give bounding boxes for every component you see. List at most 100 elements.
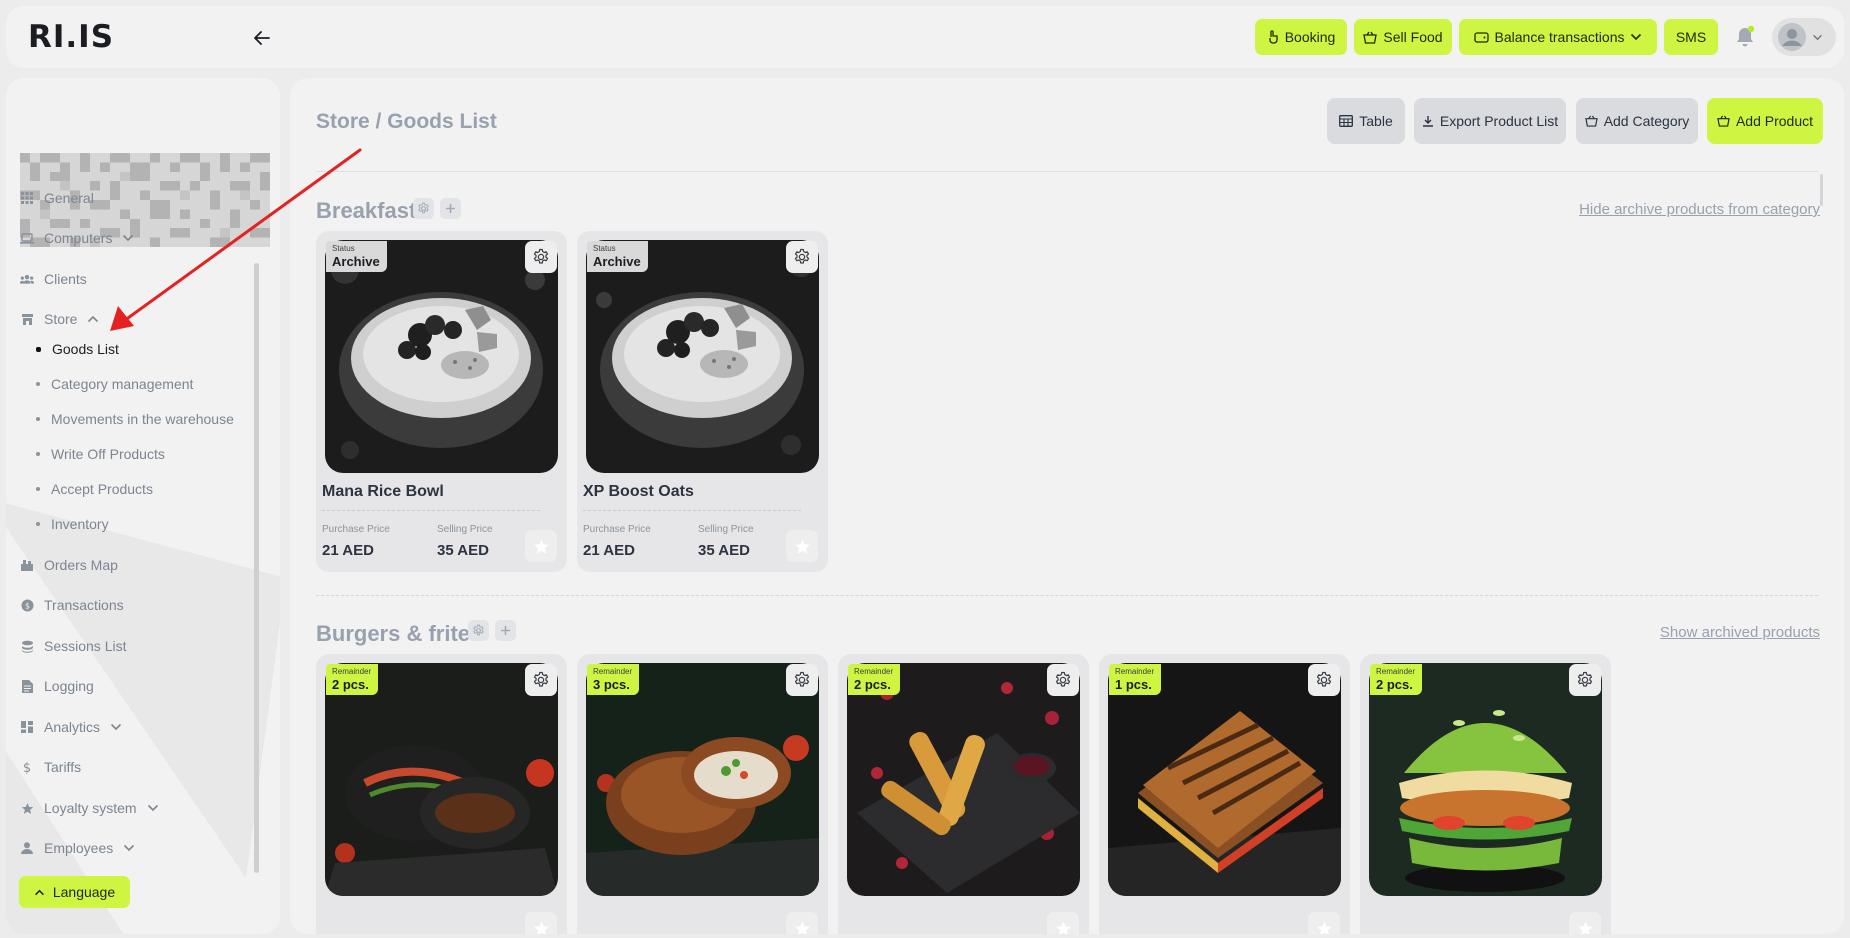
category-separator [316, 595, 1818, 596]
sidebar-subitem-accept-products[interactable]: Accept Products [36, 478, 153, 500]
table-view-button[interactable]: Table [1327, 98, 1405, 144]
collapse-sidebar-button[interactable] [248, 24, 276, 52]
category-add-button[interactable] [495, 620, 516, 641]
basket-icon [1584, 115, 1598, 127]
gear-icon [1577, 671, 1593, 687]
sidebar-subitem-category-management[interactable]: Category management [36, 373, 193, 395]
sidebar-scrollbar[interactable] [254, 263, 259, 873]
sidebar-subitem-goods-list[interactable]: Goods List [36, 338, 119, 360]
gear-icon [794, 248, 810, 264]
sidebar-item-label: Analytics [44, 719, 101, 735]
sidebar-item-store[interactable]: Store [20, 307, 99, 331]
product-card[interactable]: Remainder 2 pcs. [316, 654, 567, 934]
language-button[interactable]: Language [19, 876, 130, 908]
chevron-down-icon [110, 723, 122, 731]
sidebar-item-general[interactable]: General [20, 186, 94, 210]
bullet-icon [36, 382, 40, 386]
add-category-label: Add Category [1603, 113, 1690, 129]
selling-price-value: 35 AED [437, 542, 489, 559]
sidebar-subitem-label: Goods List [52, 341, 119, 357]
sidebar-item-employees[interactable]: Employees [20, 836, 135, 860]
favorite-button[interactable] [525, 912, 557, 934]
favorite-button[interactable] [1047, 912, 1079, 934]
chevron-down-icon [147, 804, 158, 812]
sidebar-item-sessions-list[interactable]: Sessions List [20, 634, 126, 658]
category-settings-button[interactable] [468, 620, 489, 641]
sidebar-item-label: Tariffs [44, 759, 82, 775]
sell-food-button[interactable]: Sell Food [1354, 19, 1452, 55]
app-logo[interactable]: RI.IS [28, 20, 114, 54]
plus-icon [501, 626, 510, 635]
sidebar-item-orders-map[interactable]: Orders Map [20, 553, 118, 577]
bullet-icon [36, 487, 40, 491]
sidebar-item-transactions[interactable]: $ Transactions [20, 593, 124, 617]
favorite-button[interactable] [1308, 912, 1340, 934]
product-card[interactable]: Status Archive XP Boost Oats Purchase Pr… [577, 231, 828, 572]
hide-archive-products-link[interactable]: Hide archive products from category [1579, 201, 1820, 218]
category-title-breakfast: Breakfast [316, 198, 417, 223]
stock-badge: Remainder 2 pcs. [848, 664, 901, 695]
language-label: Language [52, 884, 116, 900]
export-product-list-button[interactable]: Export Product List [1414, 98, 1566, 144]
product-card[interactable]: Remainder 2 pcs. [1360, 654, 1611, 934]
add-category-button[interactable]: Add Category [1576, 98, 1698, 144]
sms-button[interactable]: SMS [1664, 19, 1718, 55]
user-menu[interactable] [1772, 18, 1836, 56]
category-add-button[interactable] [440, 198, 461, 219]
category-settings-button[interactable] [413, 198, 434, 219]
product-settings-button[interactable] [786, 664, 818, 696]
sidebar-item-tariffs[interactable]: $ Tariffs [20, 755, 81, 779]
product-settings-button[interactable] [1308, 664, 1340, 696]
star-icon [533, 920, 549, 934]
balance-transactions-dropdown[interactable]: Balance transactions [1459, 19, 1657, 55]
selling-price-label: Selling Price [698, 524, 754, 535]
product-image [325, 663, 558, 896]
purchase-price-value: 21 AED [322, 542, 374, 559]
sidebar-item-computers[interactable]: Computers [20, 226, 134, 250]
product-card[interactable]: Remainder 3 pcs. [577, 654, 828, 934]
sidebar-item-loyalty-system[interactable]: Loyalty system [20, 796, 159, 820]
sidebar-item-clients[interactable]: Clients [20, 267, 87, 291]
sidebar-item-logging[interactable]: Logging [20, 674, 94, 698]
product-card[interactable]: Remainder 2 pcs. [838, 654, 1089, 934]
sidebar-subitem-inventory[interactable]: Inventory [36, 513, 109, 535]
star-icon [1055, 920, 1071, 934]
product-settings-button[interactable] [525, 241, 557, 273]
sidebar-item-analytics[interactable]: Analytics [20, 715, 122, 739]
sidebar-item-label: Store [44, 311, 78, 327]
add-product-button[interactable]: Add Product [1707, 98, 1823, 144]
sidebar-item-label: Computers [44, 230, 113, 246]
favorite-button[interactable] [786, 912, 818, 934]
product-image [1108, 663, 1341, 896]
sidebar-subitem-warehouse-movements[interactable]: Movements in the warehouse [36, 408, 234, 430]
bell-icon [1737, 25, 1755, 47]
sidebar-item-label: Logging [44, 678, 94, 694]
product-settings-button[interactable] [1569, 664, 1601, 696]
product-settings-button[interactable] [525, 664, 557, 696]
chevron-down-icon [123, 234, 134, 242]
favorite-button[interactable] [1569, 912, 1601, 934]
users-icon [20, 272, 34, 286]
show-archived-products-link[interactable]: Show archived products [1660, 624, 1820, 641]
star-icon [1316, 920, 1332, 934]
product-settings-button[interactable] [1047, 664, 1079, 696]
sidebar-subitem-write-off-products[interactable]: Write Off Products [36, 443, 165, 465]
map-icon [20, 558, 34, 572]
content-scrollbar[interactable] [1820, 174, 1823, 206]
basket-icon [1363, 31, 1378, 44]
download-icon [1422, 116, 1433, 127]
product-settings-button[interactable] [786, 241, 818, 273]
product-name: XP Boost Oats [583, 483, 694, 500]
sidebar-subitem-label: Category management [51, 376, 194, 392]
product-card[interactable]: Status Archive Mana Rice Bowl Purchase P… [316, 231, 567, 572]
product-card[interactable]: Remainder 1 pcs. [1099, 654, 1350, 934]
favorite-button[interactable] [786, 530, 818, 562]
sidebar-item-label: General [44, 190, 94, 206]
stock-badge: Remainder 2 pcs. [1370, 664, 1423, 695]
favorite-button[interactable] [525, 530, 557, 562]
notifications-button[interactable] [1732, 24, 1758, 50]
sidebar-item-label: Clients [44, 271, 87, 287]
star-icon [533, 538, 549, 554]
card-divider [322, 510, 540, 511]
booking-button[interactable]: Booking [1255, 19, 1347, 55]
